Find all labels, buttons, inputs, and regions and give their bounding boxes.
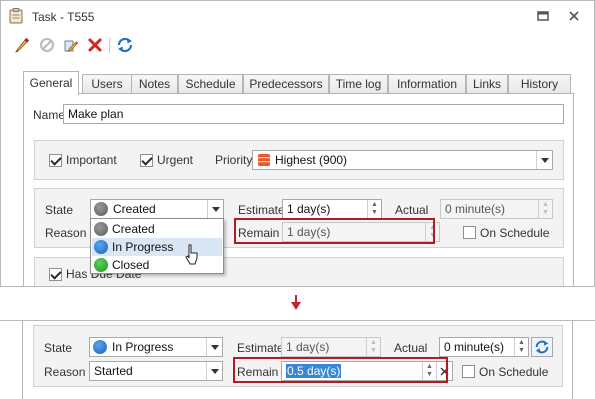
has-due-date-checkbox[interactable]: [49, 268, 62, 281]
after-state-value: In Progress: [112, 340, 174, 354]
after-on-schedule-checkbox[interactable]: [462, 365, 475, 378]
on-schedule-checkbox[interactable]: [463, 226, 476, 239]
refresh-button[interactable]: [115, 35, 135, 55]
flags-group: Important Urgent Priority Highest (900): [34, 140, 564, 180]
window-title: Task - T555: [32, 10, 95, 24]
priority-dropdown-button[interactable]: [536, 151, 552, 169]
tab-schedule[interactable]: Schedule: [178, 74, 243, 94]
name-label: Name: [33, 108, 66, 122]
state-dropdown-list: Created In Progress Closed: [90, 218, 224, 274]
estimate-input[interactable]: 1 day(s) ▲ ▼: [282, 199, 382, 219]
state-dropdown-button[interactable]: [207, 200, 223, 218]
estimate-label: Estimate: [238, 203, 285, 217]
cancel-icon: [40, 38, 54, 52]
edit-multi-icon: [64, 40, 78, 53]
tab-notes[interactable]: Notes: [131, 74, 178, 94]
priority-highest-icon: [258, 154, 270, 166]
reason-dropdown-button[interactable]: [206, 362, 222, 380]
after-actual-spinner[interactable]: ▲ ▼: [514, 338, 528, 356]
after-remain-highlight: [233, 357, 448, 383]
tab-history[interactable]: History: [508, 74, 571, 94]
state-option-in-progress[interactable]: In Progress: [92, 238, 222, 256]
tab-users[interactable]: Users: [82, 74, 132, 94]
actual-input: 0 minute(s) ▲ ▼: [440, 199, 553, 219]
priority-select[interactable]: Highest (900): [252, 150, 553, 170]
after-estimate-spinner: ▲ ▼: [366, 338, 380, 356]
after-panel: State In Progress Reason Started Estimat…: [22, 321, 573, 399]
tab-time-log[interactable]: Time log: [329, 74, 388, 94]
chevron-down-icon: [540, 157, 549, 163]
urgent-checkbox[interactable]: [140, 154, 153, 167]
actual-value: 0 minute(s): [445, 202, 506, 216]
actual-spinner: ▲ ▼: [538, 200, 552, 218]
name-input[interactable]: Make plan: [63, 104, 564, 124]
chevron-down-icon: [210, 368, 219, 374]
tab-information[interactable]: Information: [388, 74, 466, 94]
actual-label: Actual: [395, 203, 429, 217]
in-progress-state-icon: [93, 340, 107, 354]
actual-label: Actual: [394, 341, 428, 355]
on-schedule-label: On Schedule: [479, 365, 549, 379]
actual-refresh-button[interactable]: [531, 337, 553, 357]
important-checkbox[interactable]: [49, 154, 62, 167]
edit-button[interactable]: [12, 35, 32, 55]
state-option-created[interactable]: Created: [92, 220, 222, 238]
after-estimate-input: 1 day(s) ▲ ▼: [281, 337, 381, 357]
tab-predecessors[interactable]: Predecessors: [243, 74, 329, 94]
chevron-down-icon: [211, 206, 220, 212]
edit-multiple-button[interactable]: [61, 35, 81, 55]
close-icon[interactable]: [567, 9, 581, 23]
state-select[interactable]: Created: [90, 199, 224, 219]
delete-icon: [88, 38, 102, 52]
task-window: Task - T555 General Users Notes Schedule…: [0, 0, 595, 287]
restore-icon[interactable]: [536, 9, 550, 23]
after-snapshot: State In Progress Reason Started Estimat…: [0, 320, 595, 399]
clipboard-icon: [9, 8, 23, 24]
after-actual-value: 0 minute(s): [444, 340, 505, 354]
in-progress-state-icon: [94, 240, 108, 254]
cancel-button[interactable]: [37, 35, 57, 55]
on-schedule-label: On Schedule: [480, 226, 550, 240]
urgent-label: Urgent: [157, 153, 194, 167]
refresh-icon: [117, 37, 133, 53]
closed-state-icon: [94, 258, 108, 272]
after-state-select[interactable]: In Progress: [89, 337, 223, 357]
title-bar: Task - T555: [1, 1, 594, 31]
reason-value: Started: [94, 364, 133, 378]
tab-links[interactable]: Links: [466, 74, 508, 94]
mouse-cursor-icon: [185, 244, 198, 265]
arrow-down-head: [291, 302, 301, 310]
refresh-icon: [535, 340, 549, 354]
state-label: State: [45, 203, 74, 217]
reason-label: Reason: [44, 365, 86, 379]
priority-label: Priority: [215, 153, 253, 167]
state-label: State: [44, 341, 73, 355]
pencil-icon: [15, 37, 30, 53]
toolbar: [1, 31, 594, 59]
toolbar-separator: [109, 38, 110, 53]
after-estimate-value: 1 day(s): [286, 340, 330, 354]
chevron-down-icon: [210, 344, 219, 350]
remain-highlight: [234, 218, 435, 244]
state-option-closed[interactable]: Closed: [92, 256, 222, 274]
priority-value: Highest (900): [275, 153, 348, 167]
created-state-icon: [94, 222, 108, 236]
important-label: Important: [66, 153, 117, 167]
tab-general[interactable]: General: [23, 71, 79, 95]
delete-button[interactable]: [85, 35, 105, 55]
state-value: Created: [113, 202, 156, 216]
estimate-label: Estimate: [237, 341, 284, 355]
reason-label: Reason: [45, 226, 87, 240]
estimate-value: 1 day(s): [287, 202, 331, 216]
created-state-icon: [94, 202, 108, 216]
after-actual-input[interactable]: 0 minute(s) ▲ ▼: [439, 337, 529, 357]
reason-select[interactable]: Started: [89, 361, 223, 381]
after-state-dropdown-button[interactable]: [206, 338, 222, 356]
estimate-spinner[interactable]: ▲ ▼: [367, 200, 381, 218]
